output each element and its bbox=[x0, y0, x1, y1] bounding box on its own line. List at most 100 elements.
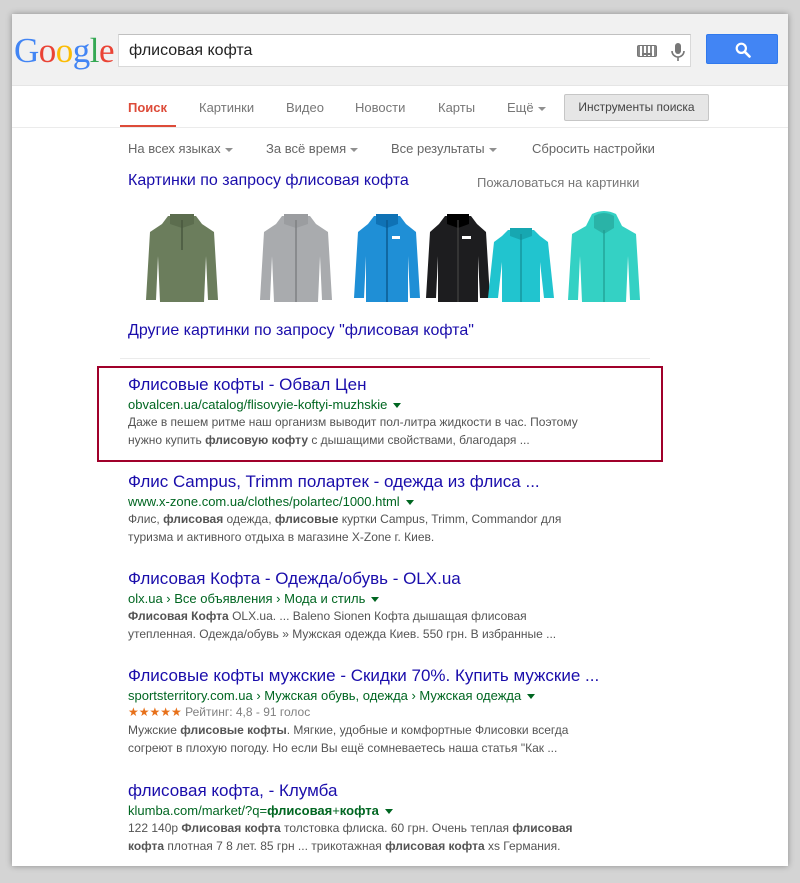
result-snippet: Флис, флисовая одежда, флисовые куртки C… bbox=[128, 510, 648, 546]
google-logo[interactable]: Google bbox=[14, 31, 115, 71]
result-title-link[interactable]: Флис Campus, Trimm полартек - одежда из … bbox=[128, 471, 648, 493]
snippet-text: с дышащими свойствами, благодаря ... bbox=[308, 433, 530, 447]
image-thumbnail-black-jacket[interactable] bbox=[424, 210, 492, 308]
snippet-line: Мужские флисовые кофты. Мягкие, удобные … bbox=[128, 721, 648, 739]
snippet-line: 122 140р Флисовая кофта толстовка флиска… bbox=[128, 819, 648, 837]
result-url-text: olx.ua › Все объявления › Мода и стиль bbox=[128, 591, 366, 606]
snippet-text: Даже в пешем ритме наш организм выводит … bbox=[128, 415, 578, 429]
result-url: klumba.com/market/?q=флисовая+кофта bbox=[128, 802, 648, 819]
result-url: sportsterritory.com.ua › Мужская обувь, … bbox=[128, 687, 648, 704]
report-images-link[interactable]: Пожаловаться на картинки bbox=[477, 175, 639, 190]
snippet-text: нужно купить bbox=[128, 433, 206, 447]
snippet-text: плотная 7 8 лет. 85 грн ... трикотажная bbox=[164, 839, 386, 853]
snippet-text: Мужские bbox=[128, 723, 181, 737]
highlighted-term: Флисовая Кофта bbox=[128, 609, 229, 623]
highlighted-term: Флисовая кофта bbox=[181, 821, 281, 835]
result-snippet: Мужские флисовые кофты. Мягкие, удобные … bbox=[128, 721, 648, 757]
snippet-line: нужно купить флисовую кофту с дышащими с… bbox=[128, 431, 648, 449]
snippet-line: туризма и активного отдыха в магазине X-… bbox=[128, 528, 648, 546]
result-rating: ★★★★★ Рейтинг: 4,8 - 91 голос bbox=[128, 704, 648, 721]
image-thumbnail-turquoise-jacket[interactable] bbox=[486, 210, 556, 308]
result-snippet: 122 140р Флисовая кофта толстовка флиска… bbox=[128, 819, 648, 855]
logo-letter: e bbox=[99, 31, 115, 70]
snippet-text: 122 140р bbox=[128, 821, 182, 835]
search-input[interactable] bbox=[119, 35, 629, 66]
microphone-icon[interactable] bbox=[670, 42, 686, 62]
snippet-line: Даже в пешем ритме наш организм выводит … bbox=[128, 413, 648, 431]
highlighted-term: флисовая bbox=[267, 803, 333, 818]
search-box[interactable] bbox=[118, 34, 691, 67]
result-url-text: klumba.com/market/?q=флисовая+кофта bbox=[128, 803, 379, 818]
search-tabs: Поиск Картинки Видео Новости Карты Ещё И… bbox=[12, 86, 788, 128]
search-result: Флисовая Кофта - Одежда/обувь - OLX.ua o… bbox=[128, 568, 648, 643]
filter-reset[interactable]: Сбросить настройки bbox=[532, 141, 655, 156]
highlighted-term: кофта bbox=[128, 839, 165, 853]
result-snippet: Даже в пешем ритме наш организм выводит … bbox=[128, 413, 648, 449]
result-title-link[interactable]: Флисовые кофты - Обвал Цен bbox=[128, 374, 648, 396]
browser-page: Google Поиск Картинки Видео Новости Карт… bbox=[12, 14, 788, 866]
snippet-line: кофта плотная 7 8 лет. 85 грн ... трикот… bbox=[128, 837, 648, 855]
search-tools-button[interactable]: Инструменты поиска bbox=[564, 94, 709, 121]
tab-video[interactable]: Видео bbox=[286, 100, 324, 115]
result-url: www.x-zone.com.ua/clothes/polartec/1000.… bbox=[128, 493, 648, 510]
image-thumbnail-mint-hoodie[interactable] bbox=[564, 210, 644, 308]
search-result: Флис Campus, Trimm полартек - одежда из … bbox=[128, 471, 648, 546]
tab-more-label: Ещё bbox=[507, 100, 534, 115]
images-heading-link[interactable]: Картинки по запросу флисовая кофта bbox=[128, 172, 409, 190]
snippet-line: Флисовая Кофта OLX.ua. ... Baleno Sionen… bbox=[128, 607, 648, 625]
tab-news[interactable]: Новости bbox=[355, 100, 405, 115]
snippet-text: согреют в плохую погоду. Но если Вы ещё … bbox=[128, 741, 558, 755]
search-result: флисовая кофта, - Клумба klumba.com/mark… bbox=[128, 780, 648, 855]
tab-search[interactable]: Поиск bbox=[128, 100, 167, 115]
image-thumbnail-olive-jacket[interactable] bbox=[142, 210, 222, 308]
highlighted-term: флисовая bbox=[512, 821, 573, 835]
result-title-link[interactable]: Флисовая Кофта - Одежда/обувь - OLX.ua bbox=[128, 568, 648, 590]
result-title-link[interactable]: флисовая кофта, - Клумба bbox=[128, 780, 648, 802]
highlighted-term: флисовые кофты bbox=[180, 723, 287, 737]
more-images-link[interactable]: Другие картинки по запросу "флисовая коф… bbox=[128, 322, 474, 340]
result-url-text: www.x-zone.com.ua/clothes/polartec/1000.… bbox=[128, 494, 400, 509]
search-button[interactable] bbox=[706, 34, 778, 64]
snippet-text: Флис, bbox=[128, 512, 164, 526]
filter-time-label: За всё время bbox=[266, 141, 347, 156]
result-url-text: obvalcen.ua/catalog/flisovyie-koftyi-muz… bbox=[128, 397, 388, 412]
url-options-caret-icon[interactable] bbox=[527, 694, 536, 700]
snippet-text: одежда, bbox=[223, 512, 275, 526]
tab-images[interactable]: Картинки bbox=[199, 100, 254, 115]
tabs-divider bbox=[12, 127, 788, 128]
snippet-line: Флис, флисовая одежда, флисовые куртки C… bbox=[128, 510, 648, 528]
highlighted-term: флисовые bbox=[274, 512, 339, 526]
url-options-caret-icon[interactable] bbox=[371, 597, 380, 603]
image-thumbnail-gray-jacket[interactable] bbox=[256, 210, 336, 308]
snippet-text: туризма и активного отдыха в магазине X-… bbox=[128, 530, 435, 544]
tab-maps[interactable]: Карты bbox=[438, 100, 475, 115]
filter-language[interactable]: На всех языках bbox=[128, 141, 233, 156]
snippet-text: . Мягкие, удобные и комфортные Флисовки … bbox=[286, 723, 569, 737]
snippet-text: куртки Campus, Trimm, Commandor для bbox=[338, 512, 562, 526]
logo-letter: o bbox=[55, 31, 74, 70]
filter-results[interactable]: Все результаты bbox=[391, 141, 497, 156]
url-options-caret-icon[interactable] bbox=[393, 403, 402, 409]
snippet-text: xs Германия. bbox=[484, 839, 561, 853]
filter-time[interactable]: За всё время bbox=[266, 141, 359, 156]
result-url-text: sportsterritory.com.ua › Мужская обувь, … bbox=[128, 688, 522, 703]
snippet-line: согреют в плохую погоду. Но если Вы ещё … bbox=[128, 739, 648, 757]
search-result: Флисовые кофты - Обвал Цен obvalcen.ua/c… bbox=[128, 374, 648, 449]
snippet-text: OLX.ua. ... Baleno Sionen Кофта дышащая … bbox=[228, 609, 527, 623]
snippet-text: толстовка флиска. 60 грн. Очень теплая bbox=[280, 821, 513, 835]
url-options-caret-icon[interactable] bbox=[405, 500, 414, 506]
tab-more[interactable]: Ещё bbox=[507, 100, 546, 115]
search-result: Флисовые кофты мужские - Скидки 70%. Куп… bbox=[128, 665, 648, 757]
logo-letter: o bbox=[38, 31, 57, 70]
keyboard-icon[interactable] bbox=[637, 45, 657, 57]
url-options-caret-icon[interactable] bbox=[384, 809, 393, 815]
logo-letter: l bbox=[89, 31, 100, 70]
result-url: obvalcen.ua/catalog/flisovyie-koftyi-muz… bbox=[128, 396, 648, 413]
chevron-down-icon bbox=[224, 147, 233, 152]
result-title-link[interactable]: Флисовые кофты мужские - Скидки 70%. Куп… bbox=[128, 665, 648, 687]
snippet-text: утепленная. Одежда/обувь » Мужская одежд… bbox=[128, 627, 557, 641]
image-thumbnail-blue-jacket[interactable] bbox=[352, 210, 422, 308]
result-url: olx.ua › Все объявления › Мода и стиль bbox=[128, 590, 648, 607]
search-header: Google bbox=[12, 14, 788, 86]
logo-letter: G bbox=[14, 31, 39, 70]
